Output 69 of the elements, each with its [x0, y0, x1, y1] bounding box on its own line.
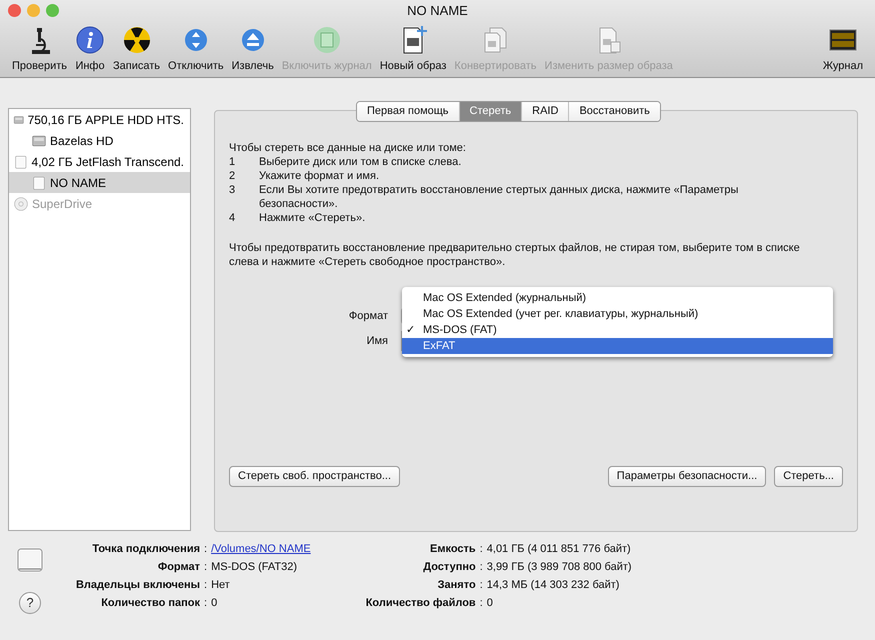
menu-item[interactable]: ✓ MS-DOS (FAT) [402, 322, 833, 338]
toolbar-button[interactable]: Отключить [164, 24, 228, 74]
tab[interactable]: Стереть [460, 102, 522, 120]
info-label: Владельцы включены [74, 578, 200, 593]
toolbar-button[interactable]: Новый образ [376, 24, 450, 74]
separator: : [204, 542, 208, 557]
sidebar-item[interactable]: 4,02 ГБ JetFlash Transcend. [9, 151, 190, 172]
sidebar-item[interactable]: 750,16 ГБ APPLE HDD HTS. [9, 109, 190, 130]
help-button[interactable]: ? [19, 592, 41, 614]
info-label: Количество файлов [364, 596, 476, 611]
step-text: Нажмите «Стереть». [259, 211, 366, 225]
step-text: Выберите диск или том в списке слева. [259, 155, 462, 169]
info-label: Занято [436, 578, 476, 593]
info-icon [75, 24, 106, 54]
tab[interactable]: Первая помощь [357, 102, 460, 120]
disc-icon [13, 196, 29, 212]
menu-item[interactable]: Mac OS Extended (учет рег. клавиатуры, журнальный) [402, 306, 833, 322]
separator: : [480, 560, 483, 575]
info-value: Нет [211, 578, 231, 593]
info-label: Количество папок [100, 596, 200, 611]
sidebar-item[interactable]: NO NAME [9, 172, 190, 193]
info-value: 0 [211, 596, 218, 611]
radiation-icon [122, 24, 152, 54]
info-label: Доступно [422, 560, 476, 575]
minimize-button[interactable] [27, 4, 40, 17]
separator: : [204, 596, 208, 611]
info-value: MS-DOS (FAT32) [211, 560, 298, 575]
separator: : [480, 542, 483, 557]
step-number: 4 [229, 211, 236, 225]
sidebar-item[interactable]: Bazelas HD [9, 130, 190, 151]
info-value: 3,99 ГБ (3 989 708 800 байт) [486, 560, 632, 575]
separator: : [480, 578, 483, 593]
step-number: 2 [229, 169, 236, 183]
drive-icon [13, 154, 29, 170]
toolbar-button[interactable]: Записать [109, 24, 164, 74]
close-button[interactable] [8, 4, 21, 17]
format-label: Формат [348, 308, 389, 324]
zoom-button[interactable] [46, 4, 59, 17]
step-text: Если Вы хотите предотвратить восстановление стертых данных диска, нажмите «Параметры безопасности». [259, 183, 740, 211]
info-value: 4,01 ГБ (4 011 851 776 байт) [486, 542, 632, 557]
step-number: 1 [229, 155, 236, 169]
instruction-text: Чтобы стереть все данные на диске или томе: [229, 141, 467, 155]
drive-icon [31, 174, 47, 190]
step-number: 3 [229, 183, 236, 198]
toolbar-button[interactable]: Инфо [71, 24, 110, 74]
info-label: Емкость [429, 542, 476, 557]
name-label: Имя [366, 334, 389, 349]
info-value: 14,3 МБ (14 303 232 байт) [486, 578, 620, 593]
mount-point-link[interactable]: /Volumes/NO NAME [211, 542, 311, 560]
separator: : [204, 560, 208, 575]
checkmark-icon: ✓ [406, 324, 415, 336]
info-value: 0 [486, 596, 494, 611]
security-options-button[interactable]: Параметры безопасности... [608, 466, 766, 486]
info-label: Точка подключения [91, 542, 200, 557]
toolbar-button[interactable]: Проверить [8, 24, 72, 74]
separator: : [204, 578, 208, 593]
erase-free-space-button[interactable]: Стереть своб. пространство... [229, 466, 400, 486]
erase-button[interactable]: Стереть... [774, 466, 843, 486]
toolbar-button[interactable]: Извлечь [228, 24, 278, 74]
menu-item[interactable]: ExFAT [402, 338, 833, 354]
step-text: Укажите формат и имя. [259, 169, 379, 183]
separator: : [480, 596, 483, 611]
instruction-text: Чтобы предотвратить восстановление предварительно стертых файлов, не стирая том, выберите том в списке слева и нажмите «Стереть свободное пространство». [229, 241, 801, 269]
tab[interactable]: Восстановить [569, 102, 660, 120]
info-label: Формат [156, 560, 200, 575]
menu-item[interactable]: Mac OS Extended (журнальный) [402, 290, 833, 306]
toolbar-button[interactable]: Журнал [818, 24, 867, 74]
window-title: NO NAME [407, 2, 468, 20]
tab[interactable]: RAID [522, 102, 570, 120]
